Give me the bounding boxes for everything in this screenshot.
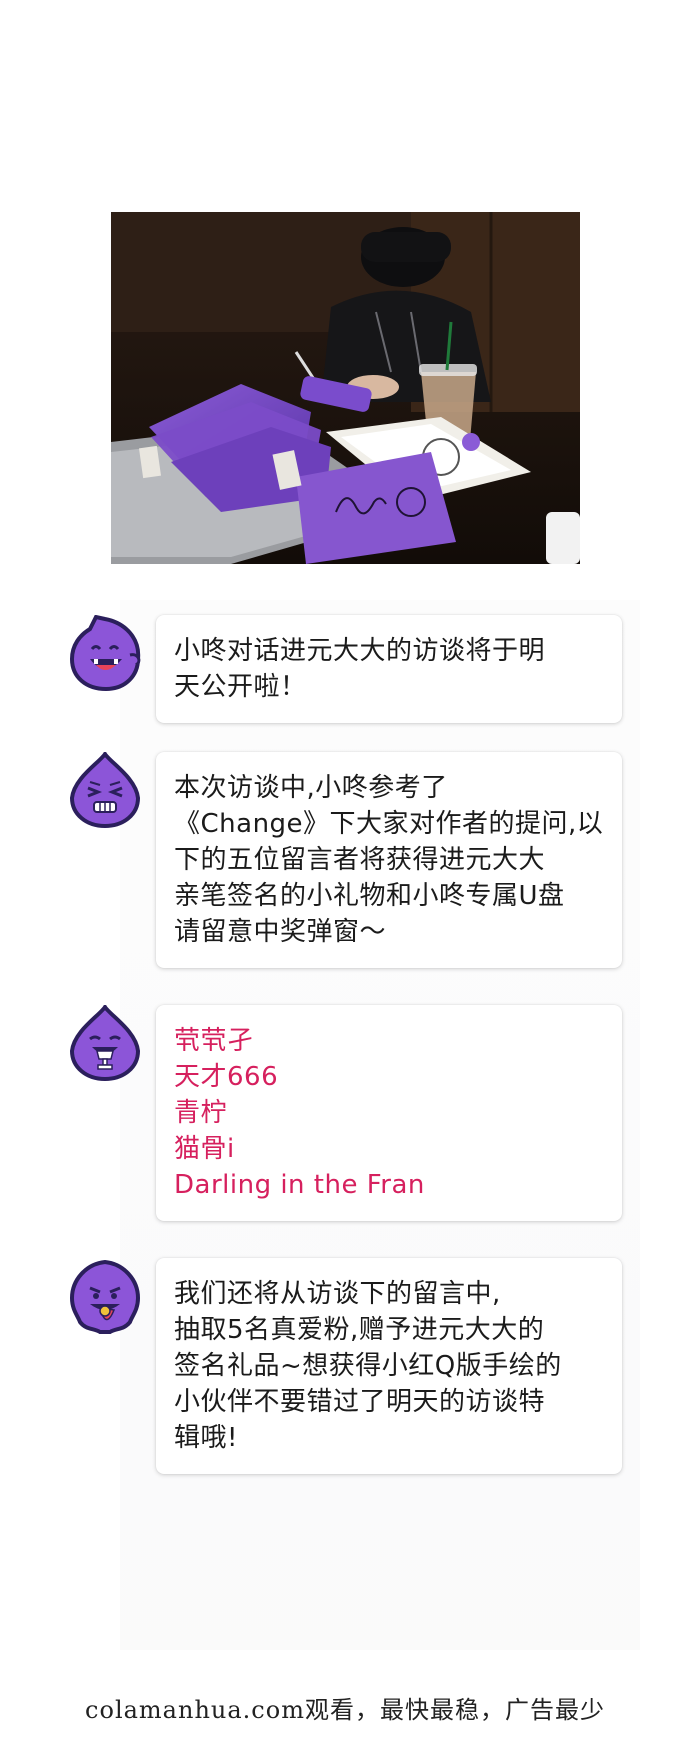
message-line: 小咚对话进元大大的访谈将于明 xyxy=(174,636,546,666)
message-line: 下的五位留言者将获得进元大大 xyxy=(174,845,546,875)
footer-text: colamanhua.com观看，最快最稳，广告最少 xyxy=(85,1696,605,1724)
winner-name: 天才666 xyxy=(174,1062,279,1092)
message-line: 抽取5名真爱粉,赠予进元大大的 xyxy=(174,1315,545,1345)
message-line: 本次访谈中,小咚参考了 xyxy=(174,773,448,803)
message-line: 小伙伴不要错过了明天的访谈特 xyxy=(174,1387,546,1417)
message-bubble-2: 本次访谈中,小咚参考了 《Change》下大家对作者的提问,以 下的五位留言者将… xyxy=(156,752,622,968)
winner-name: 茕茕孑 xyxy=(174,1026,254,1056)
signing-photo xyxy=(111,212,580,564)
purple-ghost-trophy-icon xyxy=(66,1003,144,1083)
message-line: 亲笔签名的小礼物和小咚专属U盘 xyxy=(174,881,565,911)
message-line: 辑哦! xyxy=(174,1423,238,1453)
message-bubble-4: 我们还将从访谈下的留言中, 抽取5名真爱粉,赠予进元大大的 签名礼品~想获得小红… xyxy=(156,1258,622,1474)
message-line: 签名礼品~想获得小红Q版手绘的 xyxy=(174,1351,562,1381)
message-line: 我们还将从访谈下的留言中, xyxy=(174,1279,501,1309)
purple-ghost-squint-icon xyxy=(66,750,144,830)
message-bubble-1: 小咚对话进元大大的访谈将于明 天公开啦！ xyxy=(156,615,622,723)
message-line: 请留意中奖弹窗～ xyxy=(174,917,387,947)
message-bubble-3: 茕茕孑 天才666 青柠 猫骨i Darling in the Fran xyxy=(156,1005,622,1221)
page: 小咚对话进元大大的访谈将于明 天公开啦！ 本次访谈中,小咚参考了 《Change… xyxy=(0,0,690,1751)
message-line: 天公开啦！ xyxy=(174,672,307,702)
winner-name: 猫骨i xyxy=(174,1134,235,1164)
winner-name: Darling in the Fran xyxy=(174,1170,425,1200)
footer-watermark: colamanhua.com观看，最快最稳，广告最少 xyxy=(0,1690,690,1725)
purple-ghost-smile-icon xyxy=(66,614,144,693)
winner-name: 青柠 xyxy=(174,1098,228,1128)
photo-illustration xyxy=(111,212,580,564)
purple-ghost-tongue-icon xyxy=(66,1258,144,1336)
message-line: 《Change》下大家对作者的提问,以 xyxy=(174,809,604,839)
